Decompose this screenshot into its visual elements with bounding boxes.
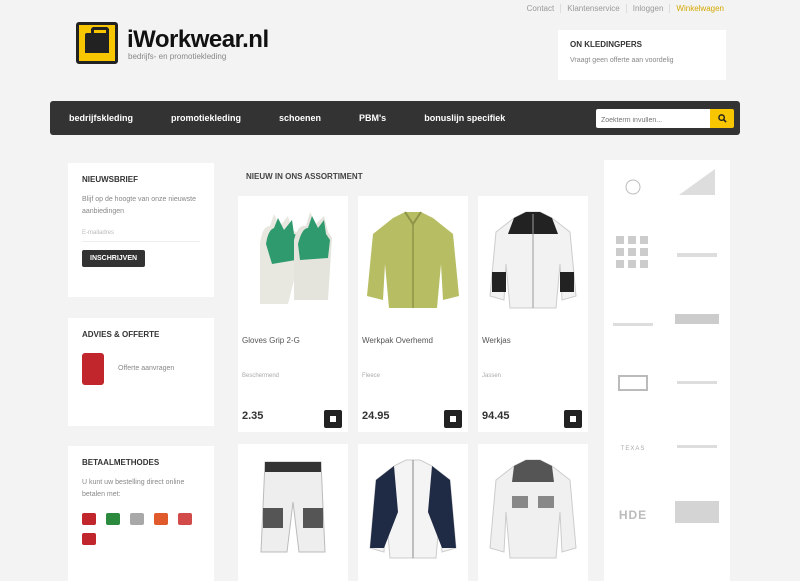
brand-logo[interactable]: [610, 374, 656, 392]
product-name[interactable]: Werkpak Overhemd: [358, 336, 468, 345]
newsletter-text: Blijf op de hoogte van onze nieuwste aan…: [82, 196, 197, 215]
product-image[interactable]: [478, 196, 588, 322]
product-category: Beschermend: [242, 373, 280, 379]
maestro-icon: [178, 513, 192, 525]
search-icon: [717, 114, 727, 123]
main-nav: bedrijfskleding promotiekleding schoenen…: [50, 101, 740, 135]
brand-logo[interactable]: [674, 500, 720, 524]
brand-logo[interactable]: [674, 169, 720, 195]
brand-logo-texas[interactable]: TEXAS: [610, 436, 656, 462]
page: Contact Klantenservice Inloggen Winkelwa…: [0, 0, 800, 581]
top-links: Contact Klantenservice Inloggen Winkelwa…: [521, 4, 730, 13]
brand-name[interactable]: iWorkwear.nl: [127, 26, 269, 54]
advice-text[interactable]: Offerte aanvragen: [118, 363, 174, 375]
visa-icon: [106, 513, 120, 525]
product-card[interactable]: [478, 444, 588, 581]
ideal-icon: [82, 513, 96, 525]
info-box-sub: Vraagt geen offerte aan voordelig: [570, 57, 674, 64]
brand-logo[interactable]: [674, 374, 720, 392]
nav-item-pbm[interactable]: PBM's: [340, 113, 405, 123]
cart-icon: [450, 416, 456, 422]
brand-logo[interactable]: [610, 234, 656, 274]
nav-item-promotiekleding[interactable]: promotiekleding: [152, 113, 260, 123]
top-link-contact[interactable]: Contact: [521, 4, 561, 13]
advice-panel: ADVIES & OFFERTE Offerte aanvragen: [68, 318, 214, 426]
brand-logo[interactable]: [674, 310, 720, 328]
product-price: 2.35: [242, 410, 264, 422]
product-card[interactable]: [358, 444, 468, 581]
section-title: NIEUW IN ONS ASSORTIMENT: [246, 172, 363, 181]
subscribe-button[interactable]: INSCHRIJVEN: [82, 250, 146, 267]
product-card[interactable]: [238, 444, 348, 581]
cart-icon: [570, 416, 576, 422]
top-link-login[interactable]: Inloggen: [625, 4, 670, 13]
bank-icon: [82, 533, 96, 545]
search-input[interactable]: [596, 111, 694, 130]
product-name[interactable]: Werkjas: [478, 336, 588, 345]
product-category: Fleece: [362, 373, 381, 379]
brand-logo[interactable]: [674, 438, 720, 456]
search-box: [596, 109, 734, 130]
brand-logo[interactable]: [610, 178, 656, 196]
payment-panel: BETAALMETHODES U kunt uw bestelling dire…: [68, 446, 214, 581]
info-box[interactable]: ON KLEDINGPERS Vraagt geen offerte aan v…: [558, 30, 726, 80]
product-name[interactable]: Gloves Grip 2-G: [238, 336, 348, 345]
brand-logo-hde[interactable]: HDE: [610, 504, 656, 526]
product-price: 24.95: [362, 410, 390, 422]
newsletter-panel: NIEUWSBRIEF Blijf op de hoogte van onze …: [68, 163, 214, 297]
brand-tagline: bedrijfs- en promotiekleding: [128, 52, 227, 61]
advice-title: ADVIES & OFFERTE: [82, 330, 160, 339]
product-image[interactable]: [358, 196, 468, 322]
product-card[interactable]: Gloves Grip 2-G Beschermend 2.35: [238, 196, 348, 432]
product-category: Jassen: [482, 373, 502, 379]
nav-item-specifiek[interactable]: bonuslijn specifiek: [405, 113, 524, 123]
top-link-service[interactable]: Klantenservice: [560, 4, 625, 13]
product-image[interactable]: [358, 444, 468, 570]
info-box-title: ON KLEDINGPERS: [570, 40, 643, 49]
mastercard-icon: [130, 513, 144, 525]
product-image[interactable]: [478, 444, 588, 570]
nav-item-schoenen[interactable]: schoenen: [260, 113, 340, 123]
vest-image[interactable]: [82, 353, 104, 385]
payment-text: U kunt uw bestelling direct online betal…: [82, 479, 185, 498]
brand-logos: TEXAS HDE: [604, 160, 730, 581]
brand-logo[interactable]: [610, 316, 656, 334]
product-image[interactable]: [238, 444, 348, 570]
add-to-cart-button[interactable]: [444, 410, 462, 428]
payment-title: BETAALMETHODES: [82, 458, 160, 467]
newsletter-email-field[interactable]: E-mailadres: [82, 226, 200, 242]
newsletter-title: NIEUWSBRIEF: [82, 175, 138, 184]
cart-icon: [330, 416, 336, 422]
search-button[interactable]: [710, 109, 734, 128]
product-image[interactable]: [238, 196, 348, 322]
paypal-icon: [154, 513, 168, 525]
product-card[interactable]: Werkjas Jassen 94.45: [478, 196, 588, 432]
product-price: 94.45: [482, 410, 510, 422]
nav-item-bedrijfskleding[interactable]: bedrijfskleding: [50, 113, 152, 123]
logo-icon[interactable]: [76, 22, 118, 64]
top-link-cart[interactable]: Winkelwagen: [669, 4, 730, 13]
add-to-cart-button[interactable]: [324, 410, 342, 428]
add-to-cart-button[interactable]: [564, 410, 582, 428]
product-card[interactable]: Werkpak Overhemd Fleece 24.95: [358, 196, 468, 432]
brand-logo[interactable]: [674, 246, 720, 264]
